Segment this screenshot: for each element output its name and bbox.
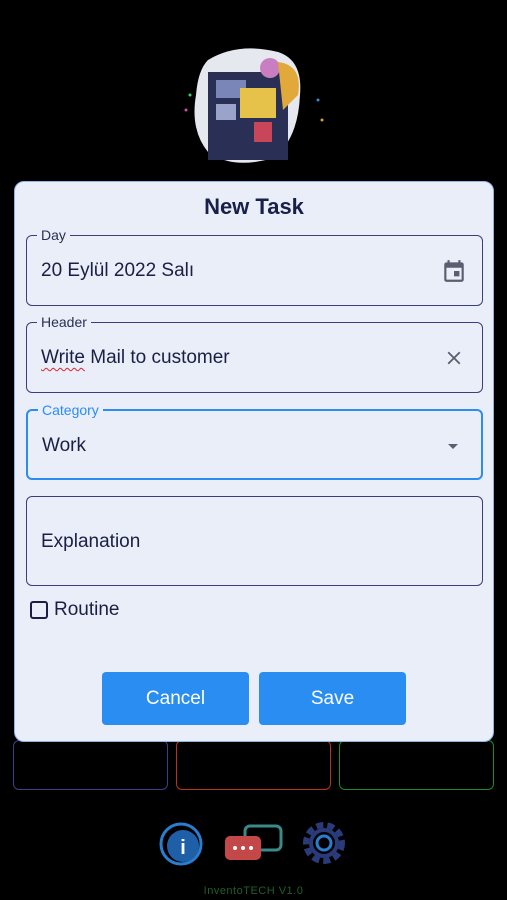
category-select[interactable]: Category Work: [26, 402, 483, 480]
new-task-dialog: New Task Day 20 Eylül 2022 Salı Header W…: [14, 181, 494, 742]
save-button[interactable]: Save: [259, 672, 406, 725]
day-label: Day: [37, 227, 70, 243]
category-card-3[interactable]: [339, 740, 494, 790]
header-value-rest: Mail to customer: [84, 347, 230, 368]
dialog-title: New Task: [204, 194, 304, 219]
header-value-misspelled: Write: [41, 347, 85, 368]
dropdown-arrow-icon[interactable]: [439, 432, 467, 460]
header-illustration: [178, 40, 328, 170]
category-label: Category: [38, 402, 103, 418]
close-icon[interactable]: [440, 344, 468, 372]
bottom-icon-bar: i: [150, 812, 370, 874]
header-field[interactable]: Header Write Mail to customer: [26, 314, 483, 393]
routine-checkbox[interactable]: [30, 601, 48, 619]
chat-icon[interactable]: [225, 824, 283, 860]
category-value: Work: [42, 435, 86, 456]
info-icon[interactable]: i: [159, 822, 203, 866]
routine-toggle[interactable]: Routine: [30, 599, 120, 621]
day-field[interactable]: Day 20 Eylül 2022 Salı: [26, 227, 483, 306]
cancel-button[interactable]: Cancel: [102, 672, 249, 725]
app-version: InventoTECH V1.0: [203, 885, 304, 897]
explanation-field[interactable]: Explanation: [26, 496, 483, 586]
calendar-icon[interactable]: [440, 257, 468, 285]
day-value: 20 Eylül 2022 Salı: [41, 260, 195, 281]
category-card-1[interactable]: [13, 740, 168, 790]
header-value[interactable]: Write Mail to customer: [41, 347, 230, 369]
settings-icon[interactable]: [303, 822, 345, 864]
header-label: Header: [37, 314, 91, 330]
svg-text:i: i: [180, 837, 186, 859]
category-card-2[interactable]: [176, 740, 331, 790]
routine-label: Routine: [54, 599, 120, 620]
explanation-placeholder: Explanation: [41, 531, 141, 552]
